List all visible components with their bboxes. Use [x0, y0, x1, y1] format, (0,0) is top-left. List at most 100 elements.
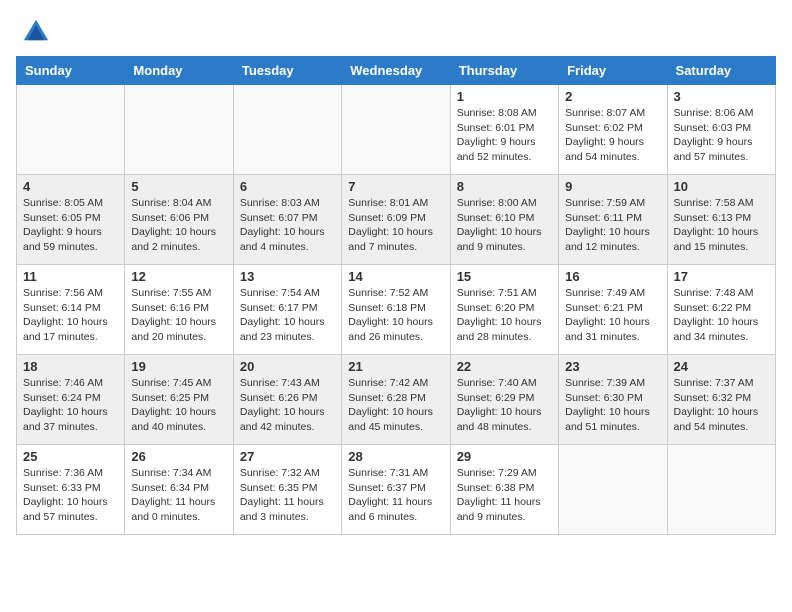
day-info: Sunrise: 7:56 AMSunset: 6:14 PMDaylight:… — [23, 286, 118, 345]
day-info: Sunrise: 7:55 AMSunset: 6:16 PMDaylight:… — [131, 286, 226, 345]
day-number: 20 — [240, 359, 335, 374]
day-number: 19 — [131, 359, 226, 374]
day-number: 6 — [240, 179, 335, 194]
calendar-day-cell: 27 Sunrise: 7:32 AMSunset: 6:35 PMDayligh… — [233, 445, 341, 535]
day-number: 22 — [457, 359, 552, 374]
calendar-day-cell: 9Sunrise: 7:59 AMSunset: 6:11 PMDaylight… — [559, 175, 667, 265]
calendar-day-cell: 17 Sunrise: 7:48 AMSunset: 6:22 PMDayligh… — [667, 265, 775, 355]
calendar-day-cell: 6Sunrise: 8:03 AMSunset: 6:07 PMDaylight… — [233, 175, 341, 265]
calendar-day-cell: 10 Sunrise: 7:58 AMSunset: 6:13 PMDayligh… — [667, 175, 775, 265]
calendar-day-cell: 22 Sunrise: 7:40 AMSunset: 6:29 PMDayligh… — [450, 355, 558, 445]
day-info: Sunrise: 8:01 AMSunset: 6:09 PMDaylight:… — [348, 196, 443, 255]
day-info: Sunrise: 7:45 AMSunset: 6:25 PMDaylight:… — [131, 376, 226, 435]
day-info: Sunrise: 7:31 AMSunset: 6:37 PMDaylight:… — [348, 466, 443, 525]
day-number: 28 — [348, 449, 443, 464]
calendar-day-cell: 28 Sunrise: 7:31 AMSunset: 6:37 PMDayligh… — [342, 445, 450, 535]
day-number: 17 — [674, 269, 769, 284]
day-info: Sunrise: 7:34 AMSunset: 6:34 PMDaylight:… — [131, 466, 226, 525]
day-number: 11 — [23, 269, 118, 284]
day-number: 13 — [240, 269, 335, 284]
calendar-day-cell: 18 Sunrise: 7:46 AMSunset: 6:24 PMDayligh… — [17, 355, 125, 445]
day-info: Sunrise: 7:51 AMSunset: 6:20 PMDaylight:… — [457, 286, 552, 345]
day-info: Sunrise: 7:37 AMSunset: 6:32 PMDaylight:… — [674, 376, 769, 435]
calendar-day-cell: 16 Sunrise: 7:49 AMSunset: 6:21 PMDayligh… — [559, 265, 667, 355]
day-number: 27 — [240, 449, 335, 464]
day-number: 23 — [565, 359, 660, 374]
day-number: 25 — [23, 449, 118, 464]
day-info: Sunrise: 8:05 AMSunset: 6:05 PMDaylight:… — [23, 196, 118, 255]
day-number: 8 — [457, 179, 552, 194]
calendar-day-cell: 26 Sunrise: 7:34 AMSunset: 6:34 PMDayligh… — [125, 445, 233, 535]
logo — [16, 16, 50, 44]
calendar-day-cell — [342, 85, 450, 175]
day-info: Sunrise: 7:58 AMSunset: 6:13 PMDaylight:… — [674, 196, 769, 255]
day-number: 1 — [457, 89, 552, 104]
day-number: 26 — [131, 449, 226, 464]
calendar-day-cell: 12 Sunrise: 7:55 AMSunset: 6:16 PMDayligh… — [125, 265, 233, 355]
weekday-header-monday: Monday — [125, 57, 233, 85]
day-number: 5 — [131, 179, 226, 194]
day-info: Sunrise: 7:52 AMSunset: 6:18 PMDaylight:… — [348, 286, 443, 345]
weekday-header-tuesday: Tuesday — [233, 57, 341, 85]
calendar-day-cell: 5 Sunrise: 8:04 AMSunset: 6:06 PMDaylight… — [125, 175, 233, 265]
day-number: 18 — [23, 359, 118, 374]
calendar-day-cell: 2Sunrise: 8:07 AMSunset: 6:02 PMDaylight… — [559, 85, 667, 175]
calendar-week-row: 18 Sunrise: 7:46 AMSunset: 6:24 PMDayligh… — [17, 355, 776, 445]
calendar-day-cell — [125, 85, 233, 175]
calendar-day-cell: 4Sunrise: 8:05 AMSunset: 6:05 PMDaylight… — [17, 175, 125, 265]
calendar-day-cell: 14 Sunrise: 7:52 AMSunset: 6:18 PMDayligh… — [342, 265, 450, 355]
weekday-header-saturday: Saturday — [667, 57, 775, 85]
day-number: 9 — [565, 179, 660, 194]
day-info: Sunrise: 8:08 AMSunset: 6:01 PMDaylight:… — [457, 106, 552, 165]
calendar-week-row: 4Sunrise: 8:05 AMSunset: 6:05 PMDaylight… — [17, 175, 776, 265]
weekday-header-wednesday: Wednesday — [342, 57, 450, 85]
calendar-week-row: 1 Sunrise: 8:08 AMSunset: 6:01 PMDaylight… — [17, 85, 776, 175]
calendar-day-cell — [667, 445, 775, 535]
calendar-day-cell: 29 Sunrise: 7:29 AMSunset: 6:38 PMDayligh… — [450, 445, 558, 535]
calendar-day-cell: 7 Sunrise: 8:01 AMSunset: 6:09 PMDaylight… — [342, 175, 450, 265]
calendar-day-cell: 25Sunrise: 7:36 AMSunset: 6:33 PMDayligh… — [17, 445, 125, 535]
calendar-day-cell: 23 Sunrise: 7:39 AMSunset: 6:30 PMDayligh… — [559, 355, 667, 445]
calendar-day-cell — [559, 445, 667, 535]
day-info: Sunrise: 8:04 AMSunset: 6:06 PMDaylight:… — [131, 196, 226, 255]
day-info: Sunrise: 8:06 AMSunset: 6:03 PMDaylight:… — [674, 106, 769, 165]
day-number: 29 — [457, 449, 552, 464]
calendar-day-cell: 19 Sunrise: 7:45 AMSunset: 6:25 PMDayligh… — [125, 355, 233, 445]
day-number: 10 — [674, 179, 769, 194]
day-number: 12 — [131, 269, 226, 284]
weekday-header-thursday: Thursday — [450, 57, 558, 85]
calendar-day-cell: 8 Sunrise: 8:00 AMSunset: 6:10 PMDaylight… — [450, 175, 558, 265]
calendar-week-row: 11 Sunrise: 7:56 AMSunset: 6:14 PMDayligh… — [17, 265, 776, 355]
day-info: Sunrise: 7:48 AMSunset: 6:22 PMDaylight:… — [674, 286, 769, 345]
calendar-day-cell: 11 Sunrise: 7:56 AMSunset: 6:14 PMDayligh… — [17, 265, 125, 355]
calendar-day-cell: 21Sunrise: 7:42 AMSunset: 6:28 PMDayligh… — [342, 355, 450, 445]
logo-icon — [22, 16, 50, 44]
calendar-table: SundayMondayTuesdayWednesdayThursdayFrid… — [16, 56, 776, 535]
day-number: 7 — [348, 179, 443, 194]
calendar-day-cell: 20 Sunrise: 7:43 AMSunset: 6:26 PMDayligh… — [233, 355, 341, 445]
calendar-day-cell: 13 Sunrise: 7:54 AMSunset: 6:17 PMDayligh… — [233, 265, 341, 355]
calendar-day-cell — [233, 85, 341, 175]
calendar-header-row: SundayMondayTuesdayWednesdayThursdayFrid… — [17, 57, 776, 85]
day-number: 15 — [457, 269, 552, 284]
calendar-week-row: 25Sunrise: 7:36 AMSunset: 6:33 PMDayligh… — [17, 445, 776, 535]
calendar-day-cell: 15 Sunrise: 7:51 AMSunset: 6:20 PMDayligh… — [450, 265, 558, 355]
day-number: 24 — [674, 359, 769, 374]
day-info: Sunrise: 8:00 AMSunset: 6:10 PMDaylight:… — [457, 196, 552, 255]
day-info: Sunrise: 7:43 AMSunset: 6:26 PMDaylight:… — [240, 376, 335, 435]
day-info: Sunrise: 7:39 AMSunset: 6:30 PMDaylight:… — [565, 376, 660, 435]
day-info: Sunrise: 7:29 AMSunset: 6:38 PMDaylight:… — [457, 466, 552, 525]
day-info: Sunrise: 7:32 AMSunset: 6:35 PMDaylight:… — [240, 466, 335, 525]
calendar-day-cell: 24 Sunrise: 7:37 AMSunset: 6:32 PMDayligh… — [667, 355, 775, 445]
day-info: Sunrise: 7:40 AMSunset: 6:29 PMDaylight:… — [457, 376, 552, 435]
weekday-header-friday: Friday — [559, 57, 667, 85]
weekday-header-sunday: Sunday — [17, 57, 125, 85]
calendar-day-cell: 1 Sunrise: 8:08 AMSunset: 6:01 PMDaylight… — [450, 85, 558, 175]
day-info: Sunrise: 7:49 AMSunset: 6:21 PMDaylight:… — [565, 286, 660, 345]
page-header — [16, 16, 776, 44]
day-info: Sunrise: 7:54 AMSunset: 6:17 PMDaylight:… — [240, 286, 335, 345]
day-info: Sunrise: 7:46 AMSunset: 6:24 PMDaylight:… — [23, 376, 118, 435]
day-info: Sunrise: 7:42 AMSunset: 6:28 PMDaylight:… — [348, 376, 443, 435]
day-number: 14 — [348, 269, 443, 284]
day-number: 16 — [565, 269, 660, 284]
